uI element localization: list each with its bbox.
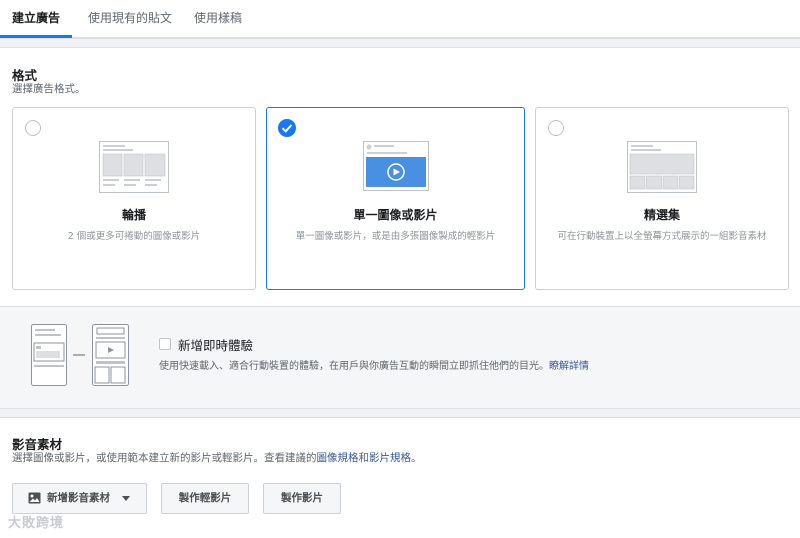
section-divider <box>0 38 800 48</box>
card-description: 2 個或更多可捲動的圖像或影片 <box>67 231 201 242</box>
instant-experience-description: 使用快速載入、適合行動裝置的體驗，在用戶與你廣告互動的瞬間立即抓住他們的目光。瞭… <box>159 357 589 372</box>
caret-down-icon <box>122 496 130 501</box>
media-subtitle-text: 選擇圖像或影片，或使用範本建立新的影片或輕影片。查看建議的 <box>12 452 317 464</box>
tab-create-ad[interactable]: 建立廣告 <box>0 0 72 38</box>
card-description: 可在行動裝置上以全螢幕方式展示的一組影音素材 <box>557 231 767 242</box>
format-card-collection[interactable]: 精選集 可在行動裝置上以全螢幕方式展示的一組影音素材 <box>535 107 789 290</box>
tab-use-existing-post[interactable]: 使用現有的貼文 <box>84 0 176 38</box>
image-specs-link[interactable]: 圖像規格 <box>317 452 359 464</box>
card-description: 單一圖像或影片，或是由多張圖像製成的輕影片 <box>295 231 496 242</box>
radio-button[interactable] <box>548 120 564 136</box>
format-card-carousel[interactable]: 輪播 2 個或更多可捲動的圖像或影片 <box>12 107 256 290</box>
tab-bar: 建立廣告 使用現有的貼文 使用樣稿 <box>0 0 800 38</box>
video-specs-link[interactable]: 影片規格 <box>369 452 411 464</box>
media-subtitle-and: 和 <box>358 452 370 464</box>
card-title: 輪播 <box>121 208 146 222</box>
instant-experience-illustration-icon <box>31 324 129 386</box>
collection-illustration-icon <box>627 141 697 193</box>
carousel-illustration-icon <box>99 141 169 193</box>
add-media-button[interactable]: 新增影音素材 <box>12 483 147 514</box>
instant-experience-checkbox[interactable] <box>159 338 171 350</box>
instant-experience-title: 新增即時體驗 <box>178 338 254 353</box>
format-card-single-image-video[interactable]: 單一圖像或影片 單一圖像或影片，或是由多張圖像製成的輕影片 <box>266 107 525 290</box>
add-media-label: 新增影音素材 <box>47 492 110 504</box>
card-title: 單一圖像或影片 <box>353 208 438 222</box>
tab-use-mockup[interactable]: 使用樣稿 <box>190 0 246 38</box>
format-subtitle: 選擇廣告格式。 <box>12 83 86 95</box>
section-divider <box>0 409 800 418</box>
single-video-illustration-icon <box>362 141 429 191</box>
instant-experience-text: 使用快速載入、適合行動裝置的體驗，在用戶與你廣告互動的瞬間立即抓住他們的目光。 <box>159 361 549 372</box>
media-subtitle: 選擇圖像或影片，或使用範本建立新的影片或輕影片。查看建議的圖像規格和影片規格。 <box>12 450 422 465</box>
make-video-button[interactable]: 製作影片 <box>263 483 341 514</box>
card-title: 精選集 <box>643 208 680 222</box>
instant-experience-panel: 新增即時體驗 使用快速載入、適合行動裝置的體驗，在用戶與你廣告互動的瞬間立即抓住… <box>0 306 800 409</box>
image-icon <box>28 492 41 504</box>
media-subtitle-end: 。 <box>411 452 422 464</box>
radio-button[interactable] <box>25 120 41 136</box>
make-slideshow-button[interactable]: 製作輕影片 <box>161 483 249 514</box>
learn-more-link[interactable]: 瞭解詳情 <box>549 361 589 372</box>
watermark: 大敗跨境 <box>8 516 65 531</box>
check-icon[interactable] <box>278 119 296 137</box>
